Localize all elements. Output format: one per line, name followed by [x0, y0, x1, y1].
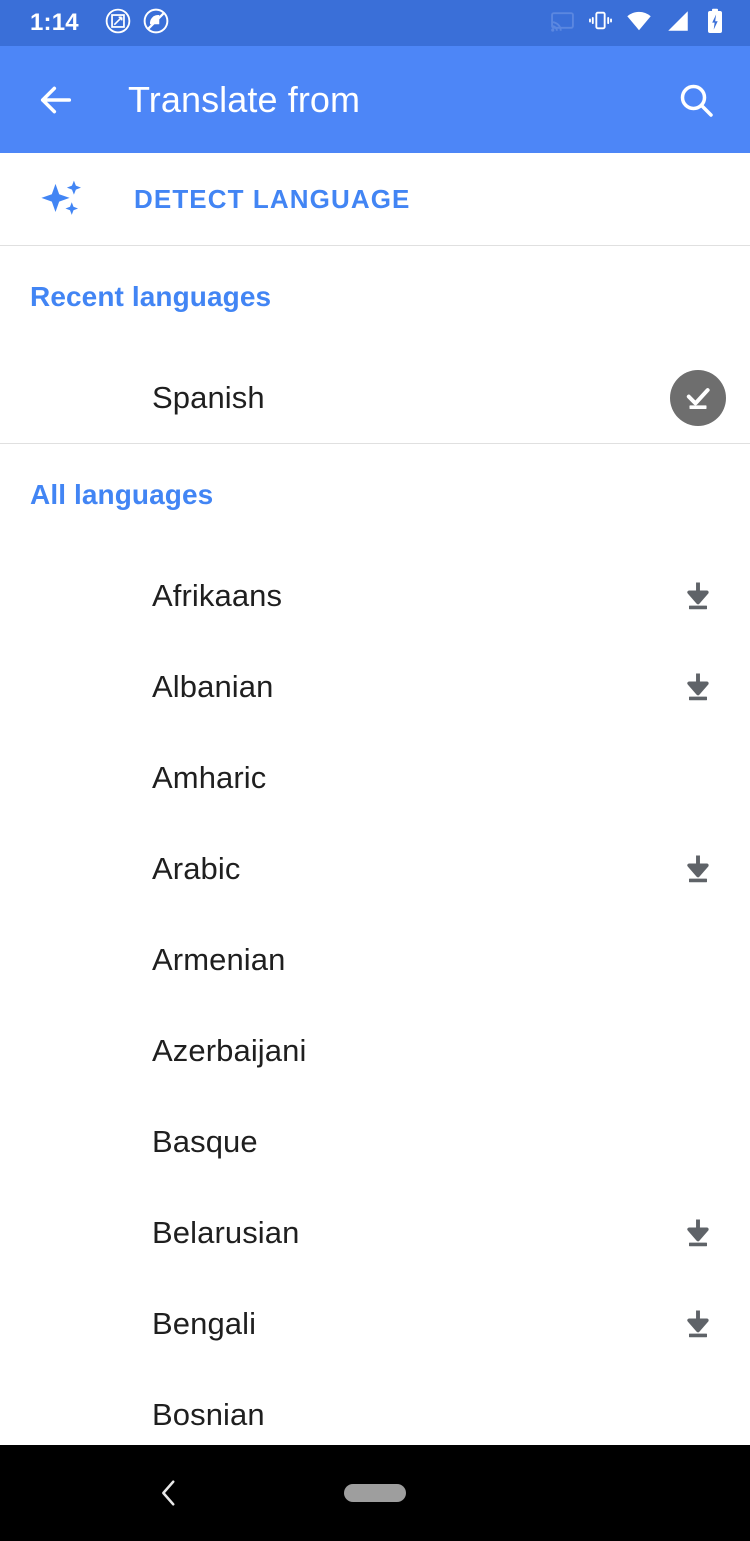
divider-below-recent	[0, 443, 750, 444]
download-icon[interactable]	[670, 1205, 726, 1261]
system-navigation-bar	[0, 1445, 750, 1541]
status-bar: 1:14	[0, 0, 750, 46]
status-bar-left: 1:14	[16, 8, 169, 39]
nav-back-icon[interactable]	[145, 1469, 193, 1517]
vibrate-icon	[588, 8, 613, 38]
language-name: Bengali	[152, 1305, 257, 1341]
section-header-all: All languages	[30, 479, 214, 510]
arrow-back-icon[interactable]	[28, 72, 84, 128]
signal-icon	[665, 8, 691, 39]
list-item[interactable]: Basque	[0, 1096, 750, 1187]
download-icon[interactable]	[670, 568, 726, 624]
language-name: Albanian	[152, 668, 274, 704]
download-icon[interactable]	[670, 659, 726, 715]
cast-icon	[550, 8, 575, 38]
language-name: Azerbaijani	[152, 1032, 307, 1068]
language-name: Afrikaans	[152, 577, 283, 613]
screenshot-icon	[105, 8, 131, 39]
language-name: Armenian	[152, 941, 286, 977]
section-header-recent: Recent languages	[30, 281, 272, 312]
language-name: Spanish	[152, 379, 265, 415]
list-item[interactable]: Arabic	[0, 823, 750, 914]
downloaded-badge[interactable]	[670, 369, 726, 426]
list-item[interactable]: Bengali	[0, 1278, 750, 1369]
nav-home-pill[interactable]	[344, 1484, 406, 1502]
do-not-disturb-icon	[143, 8, 169, 39]
list-item[interactable]: Albanian	[0, 641, 750, 732]
search-icon[interactable]	[668, 72, 724, 128]
language-name: Belarusian	[152, 1214, 300, 1250]
language-name: Basque	[152, 1123, 258, 1159]
list-item[interactable]: Afrikaans	[0, 550, 750, 641]
app-screen: 1:14 Translate from DETECT LANGUAGE Rece…	[0, 0, 750, 1541]
divider-below-detect	[0, 245, 750, 246]
language-name: Amharic	[152, 759, 267, 795]
list-item[interactable]: Spanish	[0, 352, 750, 443]
wifi-icon	[626, 8, 652, 39]
app-toolbar: Translate from	[0, 46, 750, 153]
battery-charging-icon	[704, 8, 726, 39]
detect-language-label: DETECT LANGUAGE	[134, 183, 411, 214]
status-bar-right	[550, 8, 734, 39]
list-item[interactable]: Armenian	[0, 914, 750, 1005]
downloaded-badge-circle	[670, 369, 726, 426]
language-name: Bosnian	[152, 1396, 265, 1432]
download-icon[interactable]	[670, 1296, 726, 1352]
download-icon[interactable]	[670, 841, 726, 897]
list-item[interactable]: Azerbaijani	[0, 1005, 750, 1096]
page-title: Translate from	[128, 78, 361, 120]
list-item[interactable]: Amharic	[0, 732, 750, 823]
language-name: Arabic	[152, 850, 241, 886]
detect-language-row[interactable]: DETECT LANGUAGE	[0, 153, 750, 245]
auto-detect-sparkle-icon	[32, 173, 92, 225]
list-item[interactable]: Belarusian	[0, 1187, 750, 1278]
status-bar-clock: 1:14	[30, 9, 79, 36]
